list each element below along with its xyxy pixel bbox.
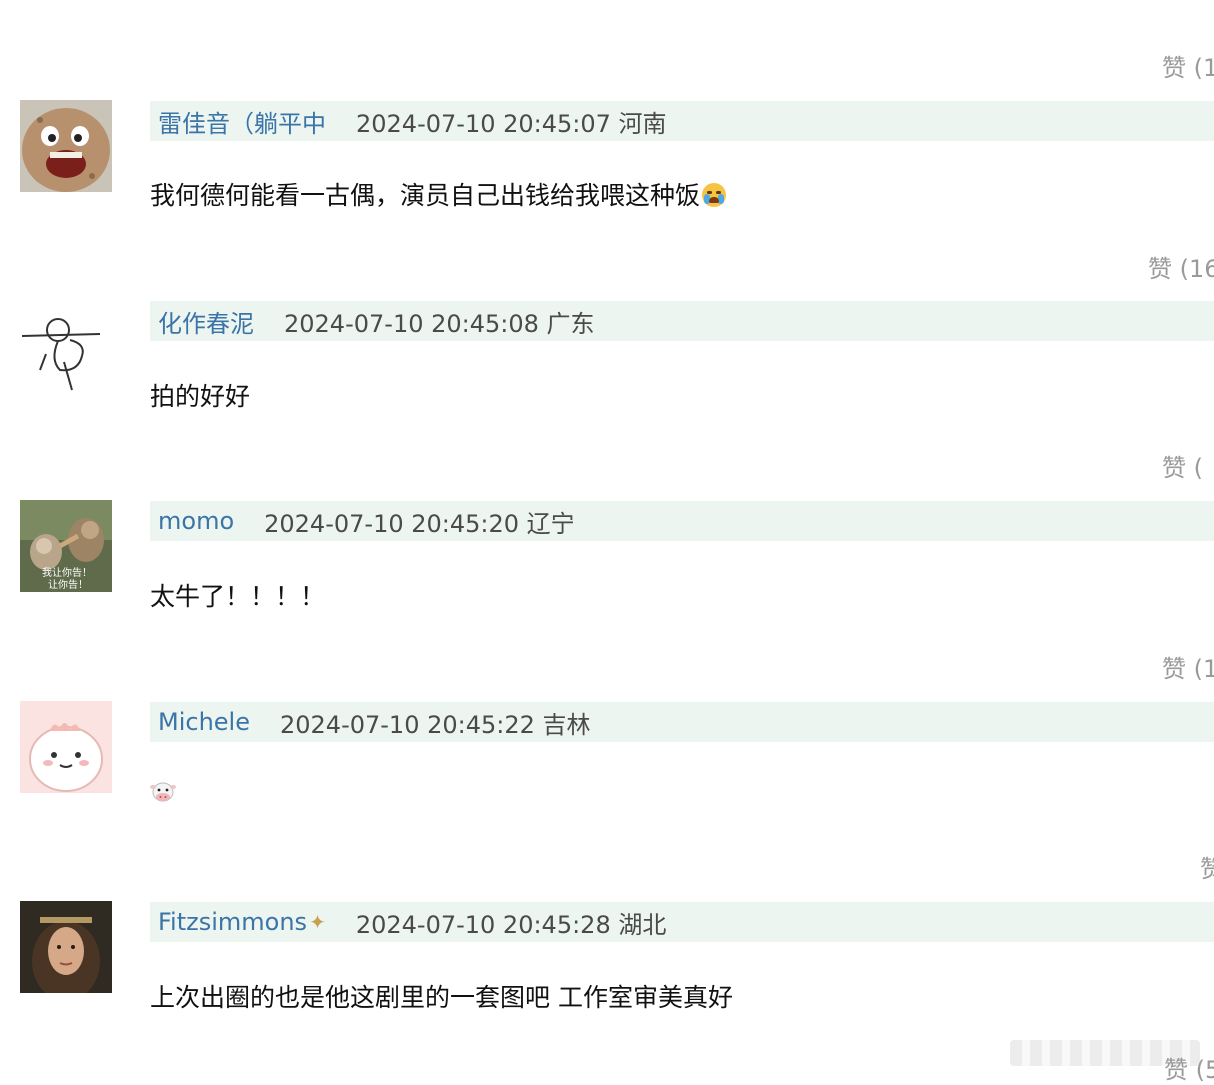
like-count[interactable]: 赞 <box>1200 849 1214 884</box>
comment-header: 雷佳音（躺平中 2024-07-10 20:45:07 河南 <box>150 101 1214 141</box>
username-link[interactable]: 化作春泥 <box>158 304 254 339</box>
avatar-caption: 让你告！ <box>48 578 88 591</box>
avatar[interactable] <box>20 701 112 793</box>
avatar-caption: 我让你告！ <box>42 566 92 579</box>
comment-text: 太牛了！！！！ <box>150 582 326 611</box>
avatar-image-portrait <box>20 901 112 993</box>
comment-content: 上次出圈的也是他这剧里的一套图吧 工作室审美真好 <box>150 978 733 1014</box>
comment-meta: 2024-07-10 20:45:28 湖北 <box>355 910 667 939</box>
username-link[interactable]: Fitzsimmons <box>158 908 307 936</box>
comment-content <box>150 780 176 809</box>
avatar[interactable]: 我让你告！ 让你告！ <box>20 500 112 592</box>
avatar-image-monkeys: 我让你告！ 让你告！ <box>20 500 112 592</box>
comment-meta: 2024-07-10 20:45:22 吉林 <box>279 710 591 739</box>
comment-header: momo 2024-07-10 20:45:20 辽宁 <box>150 501 1214 541</box>
comment-text: 我何德何能看一古偶，演员自己出钱给我喂这种饭 <box>150 181 701 210</box>
comment-header: 化作春泥 2024-07-10 20:45:08 广东 <box>150 301 1214 341</box>
comment-text: 拍的好好 <box>150 382 251 411</box>
magic-wand-icon: ✦ <box>309 911 326 934</box>
avatar-image-stick-figure <box>20 300 112 392</box>
cow-face-emoji-icon <box>150 780 176 802</box>
avatar[interactable] <box>20 100 112 192</box>
comment-header: Fitzsimmons ✦ 2024-07-10 20:45:28 湖北 <box>150 902 1214 942</box>
like-count[interactable]: 赞 (1 <box>1162 649 1214 684</box>
comment-header: Michele 2024-07-10 20:45:22 吉林 <box>150 702 1214 742</box>
comment-meta: 2024-07-10 20:45:07 河南 <box>356 109 667 138</box>
avatar[interactable] <box>20 300 112 392</box>
comment-meta: 2024-07-10 20:45:08 广东 <box>284 309 595 338</box>
like-count[interactable]: 赞 (16 <box>1148 249 1214 284</box>
comment-content: 太牛了！！！！ <box>150 577 325 613</box>
like-count[interactable]: 赞 (1 <box>1162 48 1214 83</box>
like-count[interactable]: 赞 ( <box>1162 448 1203 483</box>
comment-text: 上次出圈的也是他这剧里的一套图吧 工作室审美真好 <box>150 983 733 1012</box>
comment-content: 我何德何能看一古偶，演员自己出钱给我喂这种饭 <box>150 176 727 212</box>
avatar-image-potato <box>20 100 112 192</box>
username-link[interactable]: 雷佳音（躺平中 <box>158 104 326 139</box>
username-link[interactable]: momo <box>158 507 234 535</box>
comment-meta: 2024-07-10 20:45:20 辽宁 <box>264 509 575 538</box>
username-link[interactable]: Michele <box>158 708 250 736</box>
crying-face-emoji-icon <box>702 183 727 207</box>
avatar[interactable] <box>20 901 112 993</box>
avatar-image-pink-blob <box>20 701 112 793</box>
comment-content: 拍的好好 <box>150 377 250 413</box>
